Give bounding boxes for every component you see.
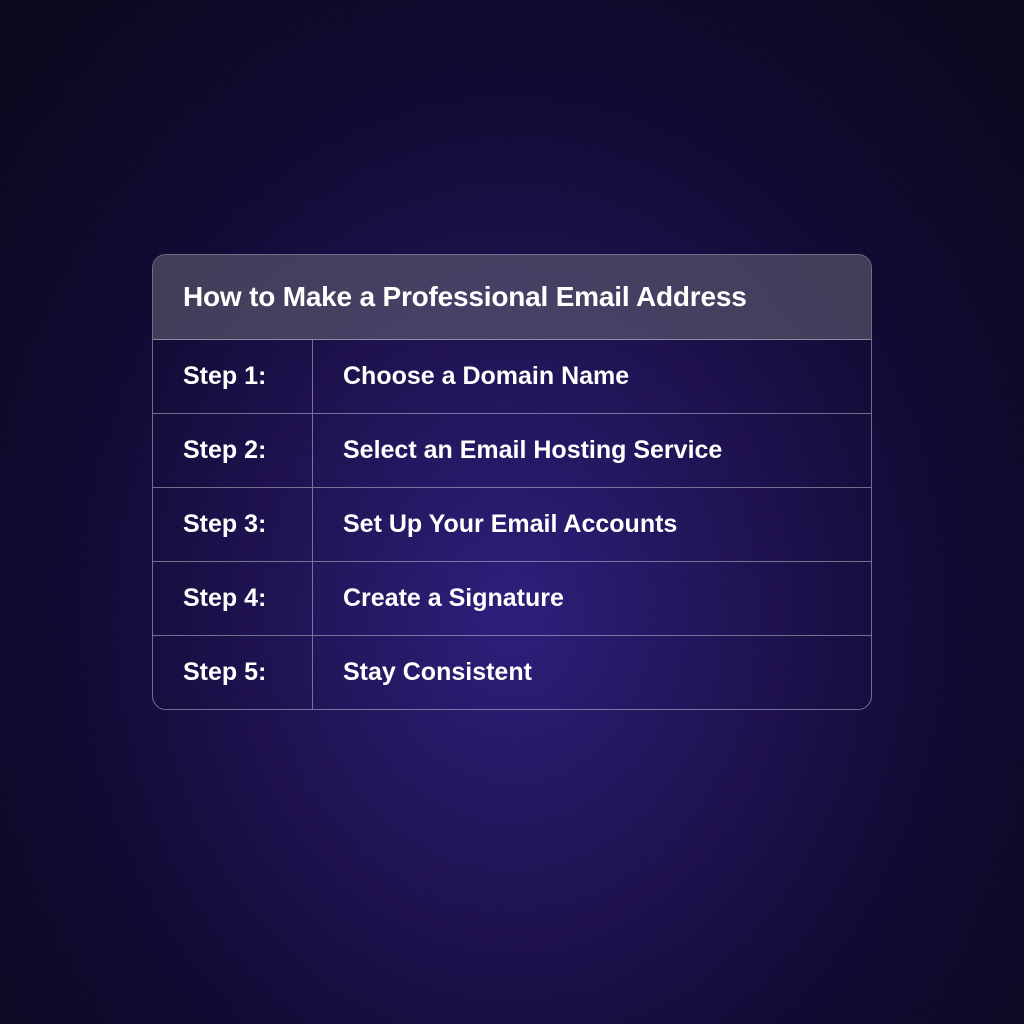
table-row: Step 4: Create a Signature: [153, 562, 871, 636]
step-description: Create a Signature: [313, 562, 871, 635]
info-card: How to Make a Professional Email Address…: [152, 254, 872, 710]
card-body: Step 1: Choose a Domain Name Step 2: Sel…: [153, 340, 871, 709]
table-row: Step 1: Choose a Domain Name: [153, 340, 871, 414]
step-description: Choose a Domain Name: [313, 340, 871, 413]
step-label: Step 1:: [153, 340, 313, 413]
table-row: Step 2: Select an Email Hosting Service: [153, 414, 871, 488]
card-title: How to Make a Professional Email Address: [183, 281, 841, 313]
step-description: Stay Consistent: [313, 636, 871, 709]
table-row: Step 5: Stay Consistent: [153, 636, 871, 709]
step-label: Step 2:: [153, 414, 313, 487]
table-row: Step 3: Set Up Your Email Accounts: [153, 488, 871, 562]
step-label: Step 3:: [153, 488, 313, 561]
step-label: Step 5:: [153, 636, 313, 709]
step-label: Step 4:: [153, 562, 313, 635]
card-header: How to Make a Professional Email Address: [153, 255, 871, 340]
step-description: Select an Email Hosting Service: [313, 414, 871, 487]
step-description: Set Up Your Email Accounts: [313, 488, 871, 561]
